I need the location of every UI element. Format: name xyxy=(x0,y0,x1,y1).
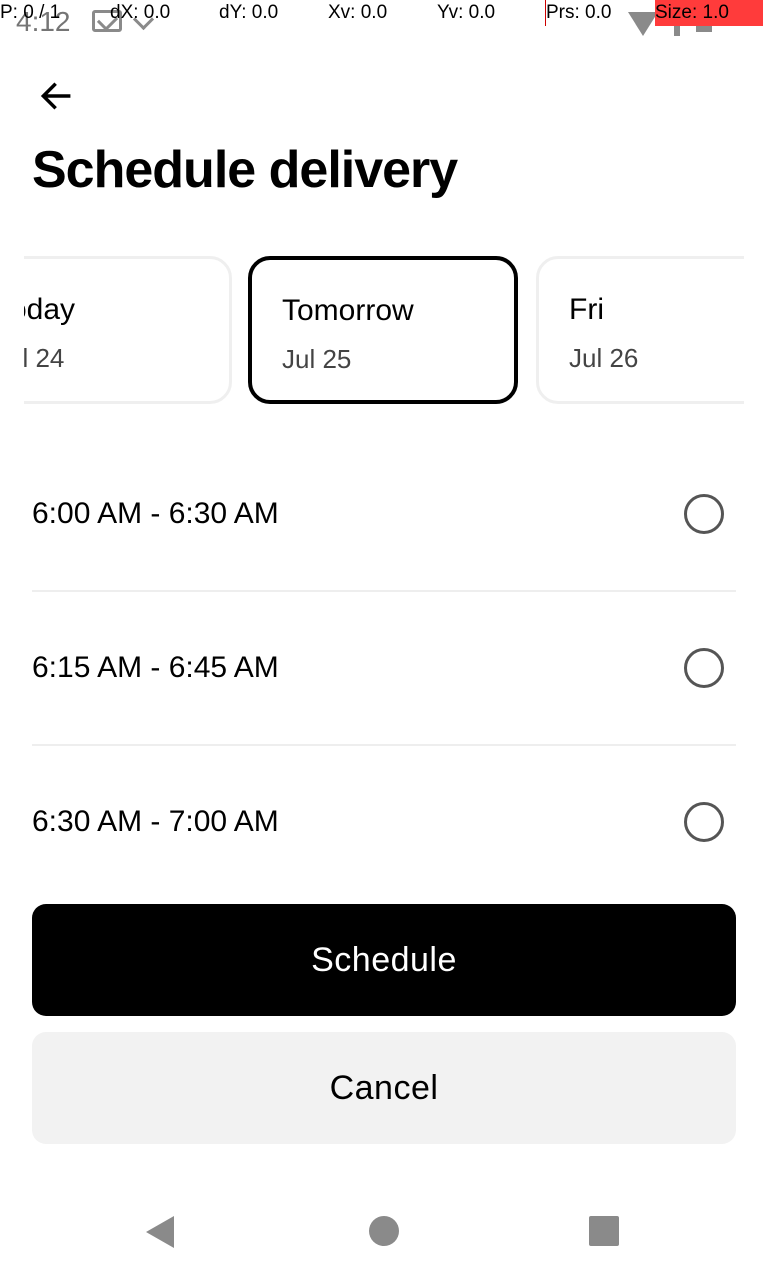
debug-size: Size: 1.0 xyxy=(655,0,763,26)
debug-yv: Yv: 0.0 xyxy=(437,2,496,23)
pointer-debug-overlay: P: 0 / 1 dX: 0.0 dY: 0.0 Xv: 0.0 Yv: 0.0… xyxy=(0,0,768,26)
time-slot-row[interactable]: 6:30 AM - 7:00 AM xyxy=(32,745,736,899)
time-slot-row[interactable]: 6:00 AM - 6:30 AM xyxy=(32,437,736,591)
date-day-label: Today xyxy=(24,293,76,326)
date-date-label: Jul 26 xyxy=(569,343,639,373)
date-selector[interactable]: Today Jul 24 Tomorrow Jul 25 Fri Jul 26 xyxy=(24,256,744,406)
system-nav-bar xyxy=(0,1190,768,1280)
radio-button[interactable] xyxy=(684,494,724,534)
debug-xv: Xv: 0.0 xyxy=(328,2,388,23)
date-card-today[interactable]: Today Jul 24 xyxy=(24,256,232,404)
date-date-label: Jul 24 xyxy=(24,343,65,373)
debug-pressure: Prs: 0.0 xyxy=(546,2,612,23)
back-button[interactable] xyxy=(30,72,82,120)
radio-button[interactable] xyxy=(684,648,724,688)
time-slot-label: 6:15 AM - 6:45 AM xyxy=(32,651,279,684)
radio-button[interactable] xyxy=(684,802,724,842)
time-slot-label: 6:30 AM - 7:00 AM xyxy=(32,805,279,838)
date-card-fri[interactable]: Fri Jul 26 xyxy=(536,256,744,404)
debug-dy: dY: 0.0 xyxy=(219,2,279,23)
arrow-left-icon xyxy=(40,82,71,110)
cancel-button[interactable]: Cancel xyxy=(32,1032,736,1144)
nav-recents-icon[interactable] xyxy=(589,1216,619,1246)
date-date-label: Jul 25 xyxy=(282,344,352,374)
date-card-tomorrow[interactable]: Tomorrow Jul 25 xyxy=(248,256,518,404)
page-title: Schedule delivery xyxy=(32,141,458,199)
schedule-button[interactable]: Schedule xyxy=(32,904,736,1016)
time-slot-row[interactable]: 6:15 AM - 6:45 AM xyxy=(32,591,736,745)
debug-dx: dX: 0.0 xyxy=(110,2,171,23)
nav-back-icon[interactable] xyxy=(146,1216,174,1248)
time-slot-label: 6:00 AM - 6:30 AM xyxy=(32,497,279,530)
nav-home-icon[interactable] xyxy=(369,1216,399,1246)
debug-pointer-count: P: 0 / 1 xyxy=(0,2,61,23)
date-day-label: Tomorrow xyxy=(282,294,414,327)
date-day-label: Fri xyxy=(569,293,604,326)
